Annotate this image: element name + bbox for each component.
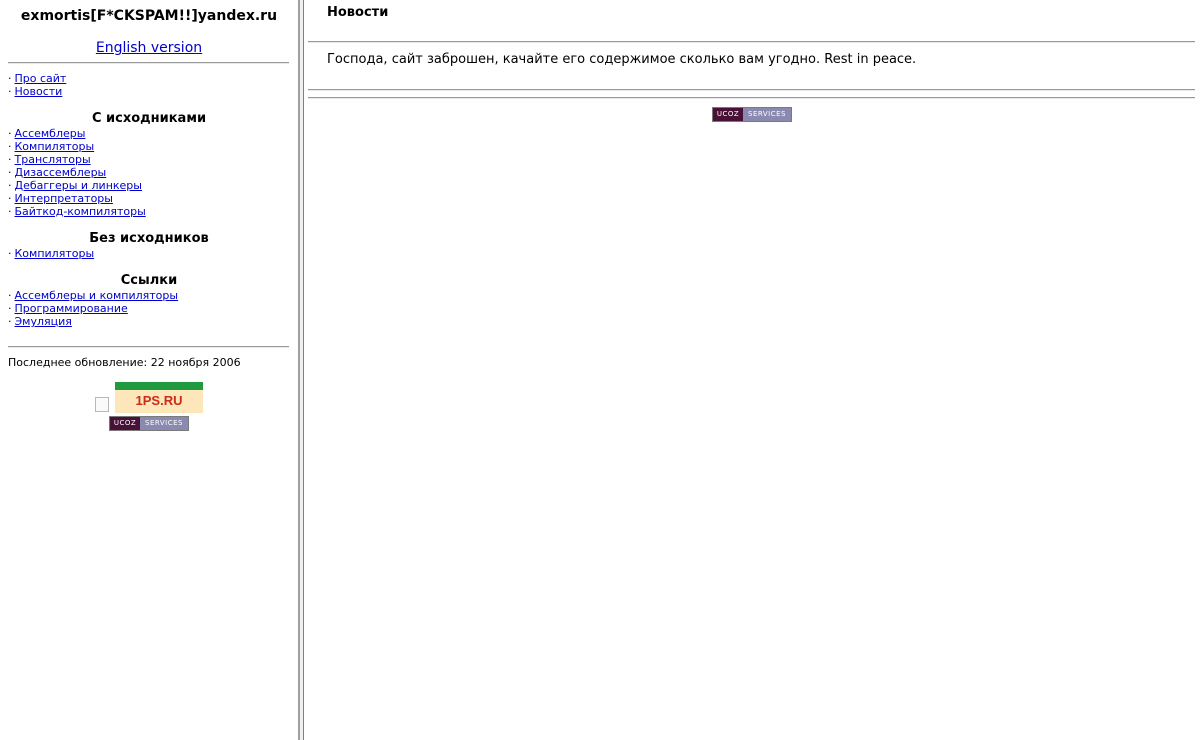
menu-item: · Программирование — [8, 302, 128, 315]
menu-link-emulation[interactable]: Эмуляция — [15, 315, 72, 328]
english-version-wrap: English version — [0, 40, 298, 56]
ucoz-label: UCOZ — [110, 417, 140, 430]
menu-link-programming[interactable]: Программирование — [15, 302, 128, 315]
without-sources-menu: · Компиляторы — [8, 247, 94, 260]
menu-link-debuggers-linkers[interactable]: Дебаггеры и линкеры — [15, 179, 142, 192]
email-address: exmortis[F*CKSPAM!!]yandex.ru — [20, 8, 278, 24]
menu-item: · Дебаггеры и линкеры — [8, 179, 142, 192]
divider — [308, 97, 1195, 99]
section-title-links: Ссылки — [120, 273, 178, 288]
menu-item: · Компиляторы — [8, 140, 95, 153]
menu-item: · Интерпретаторы — [8, 192, 113, 205]
menu-link-bytecode-compilers[interactable]: Байткод-компиляторы — [15, 205, 146, 218]
services-label: SERVICES — [140, 417, 188, 430]
divider — [308, 41, 1195, 43]
right-frame: Новости Господа, сайт заброшен, качайте … — [304, 0, 1200, 740]
menu-item: · Дизассемблеры — [8, 166, 107, 179]
news-text: Господа, сайт заброшен, качайте его соде… — [327, 52, 917, 67]
menu-link-disassemblers[interactable]: Дизассемблеры — [15, 166, 107, 179]
menu-link-news[interactable]: Новости — [15, 85, 63, 98]
banner-stripe — [115, 382, 203, 390]
divider — [8, 346, 289, 348]
ucoz-services-button[interactable]: UCOZ SERVICES — [109, 416, 189, 431]
last-updated: Последнее обновление: 22 ноября 2006 — [8, 356, 241, 369]
menu-item: · Ассемблеры — [8, 127, 86, 140]
menu-link-compilers[interactable]: Компиляторы — [15, 140, 95, 153]
services-label: SERVICES — [743, 108, 791, 121]
links-menu: · Ассемблеры и компиляторы · Программирова… — [8, 289, 178, 328]
ucoz-services-button[interactable]: UCOZ SERVICES — [712, 107, 792, 122]
1ps-banner[interactable]: 1PS.RU — [115, 382, 203, 413]
broken-image-icon[interactable] — [95, 397, 109, 412]
menu-link-interpreters[interactable]: Интерпретаторы — [15, 192, 113, 205]
menu-item: · Трансляторы — [8, 153, 91, 166]
divider — [308, 89, 1195, 91]
menu-link-asm-compilers[interactable]: Ассемблеры и компиляторы — [15, 289, 179, 302]
left-frame: exmortis[F*CKSPAM!!]yandex.ru English ve… — [0, 0, 298, 740]
page-title: Новости — [327, 5, 389, 20]
main-menu: · Про сайт · Новости — [8, 72, 66, 98]
menu-item: · Новости — [8, 85, 63, 98]
divider — [8, 62, 289, 64]
english-version-link[interactable]: English version — [96, 40, 202, 56]
menu-link-compilers-nosrc[interactable]: Компиляторы — [15, 247, 95, 260]
menu-link-translators[interactable]: Трансляторы — [15, 153, 91, 166]
menu-link-about[interactable]: Про сайт — [15, 72, 67, 85]
menu-item: · Байткод-компиляторы — [8, 205, 146, 218]
section-title-without-sources: Без исходников — [89, 231, 209, 246]
with-sources-menu: · Ассемблеры · Компиляторы · Трансляторы · Д… — [8, 127, 146, 218]
menu-link-assemblers[interactable]: Ассемблеры — [15, 127, 86, 140]
ucoz-label: UCOZ — [713, 108, 743, 121]
section-title-with-sources: С исходниками — [91, 111, 207, 126]
menu-item: · Компиляторы — [8, 247, 95, 260]
menu-item: · Эмуляция — [8, 315, 72, 328]
menu-item: · Ассемблеры и компиляторы — [8, 289, 179, 302]
menu-item: · Про сайт — [8, 72, 67, 85]
banner-text: 1PS.RU — [135, 393, 183, 408]
